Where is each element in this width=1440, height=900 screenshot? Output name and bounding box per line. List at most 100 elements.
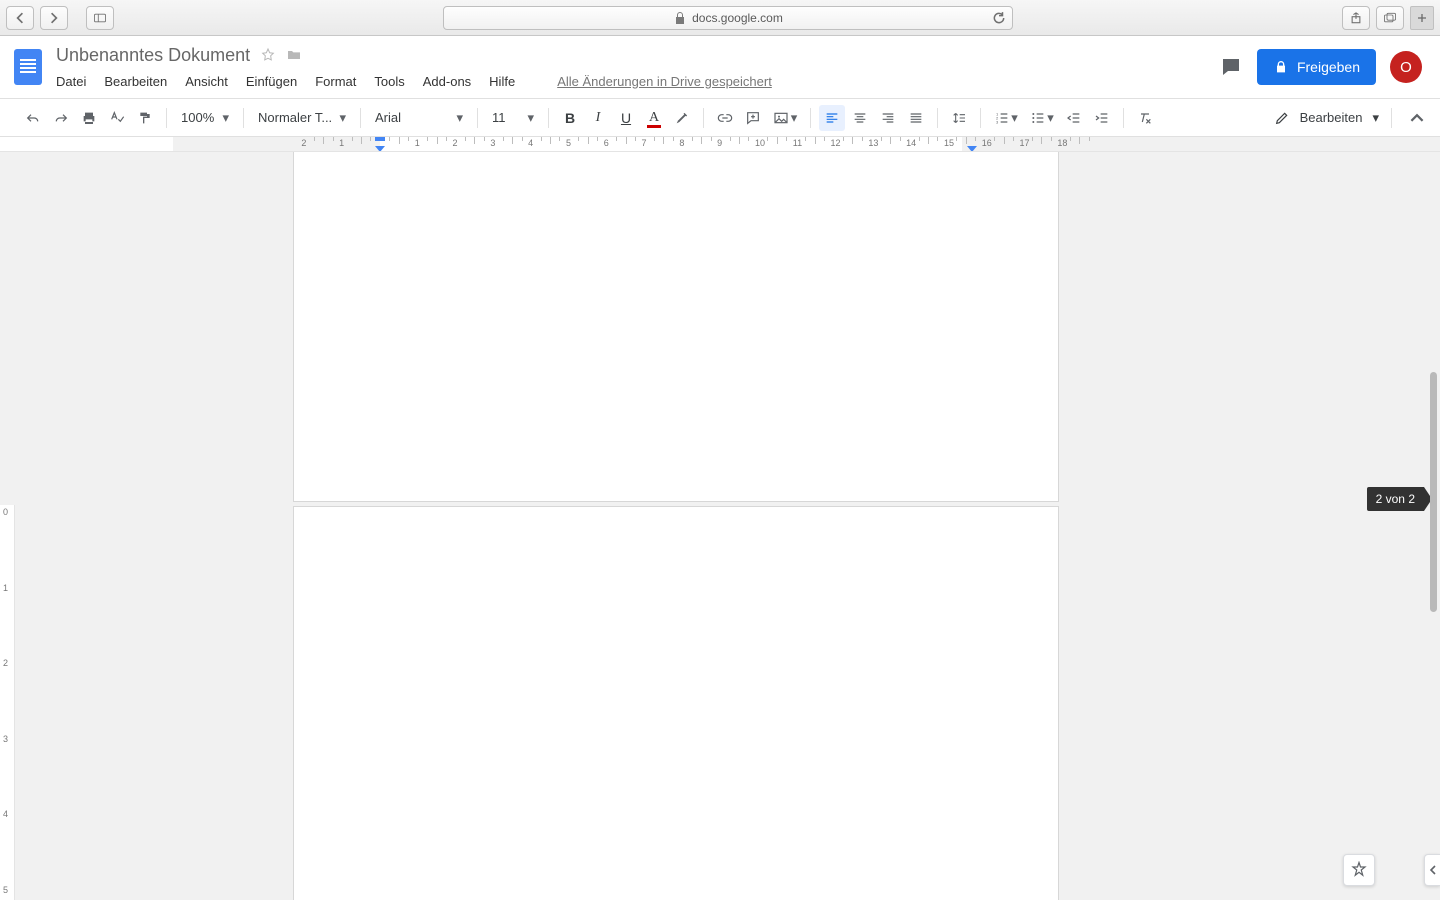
ruler-tick: 16: [982, 137, 992, 147]
ruler-tick: 12: [831, 137, 841, 147]
font-size-value: 11: [492, 110, 506, 125]
ruler-tick: 3: [3, 734, 8, 744]
ruler-tick: 2: [301, 137, 306, 147]
insert-link-button[interactable]: [712, 105, 738, 131]
ruler-tick: 1: [339, 137, 344, 147]
insert-image-button[interactable]: ▾: [768, 105, 802, 131]
ruler-tick: 3: [490, 137, 495, 147]
align-right-button[interactable]: [875, 105, 901, 131]
docs-header: Unbenanntes Dokument Datei Bearbeiten An…: [0, 36, 1440, 99]
page-2[interactable]: [293, 506, 1059, 900]
undo-button[interactable]: [20, 105, 46, 131]
font-size-select[interactable]: 11 ▾: [486, 105, 540, 131]
explore-button[interactable]: [1343, 854, 1375, 886]
bold-button[interactable]: B: [557, 105, 583, 131]
clear-formatting-button[interactable]: [1132, 105, 1158, 131]
paragraph-style-select[interactable]: Normaler T... ▾: [252, 105, 352, 131]
ruler-tick: 9: [717, 137, 722, 147]
separator: [980, 108, 981, 128]
line-spacing-button[interactable]: [946, 105, 972, 131]
collapse-toolbar-button[interactable]: [1404, 105, 1430, 131]
ruler-tick: 13: [868, 137, 878, 147]
paint-format-button[interactable]: [132, 105, 158, 131]
text-color-button[interactable]: A: [641, 105, 667, 131]
ruler-tick: 1: [3, 583, 8, 593]
ruler-tick: 8: [679, 137, 684, 147]
vertical-scrollbar-thumb[interactable]: [1430, 372, 1437, 612]
separator: [1123, 108, 1124, 128]
ruler-tick: 2: [3, 658, 8, 668]
nav-forward-button[interactable]: [40, 6, 68, 30]
document-workspace: 0123456789 2 von 2: [0, 152, 1440, 900]
menu-help[interactable]: Hilfe: [489, 74, 515, 89]
add-comment-button[interactable]: [740, 105, 766, 131]
menu-file[interactable]: Datei: [56, 74, 86, 89]
browser-toolbar: docs.google.com: [0, 0, 1440, 36]
sidebar-toggle-button[interactable]: [86, 6, 114, 30]
separator: [360, 108, 361, 128]
share-safari-button[interactable]: [1342, 6, 1370, 30]
menu-view[interactable]: Ansicht: [185, 74, 228, 89]
docs-logo[interactable]: [0, 36, 56, 98]
open-comments-button[interactable]: [1219, 55, 1243, 79]
page-1[interactable]: [293, 152, 1059, 502]
align-justify-button[interactable]: [903, 105, 929, 131]
separator: [810, 108, 811, 128]
decrease-indent-button[interactable]: [1061, 105, 1087, 131]
tabs-overview-button[interactable]: [1376, 6, 1404, 30]
svg-text:3: 3: [996, 119, 999, 124]
ruler-tick: 4: [528, 137, 533, 147]
docs-logo-icon: [14, 49, 42, 85]
star-icon[interactable]: [260, 47, 276, 63]
print-button[interactable]: [76, 105, 102, 131]
side-panel-toggle[interactable]: [1424, 854, 1440, 886]
horizontal-ruler[interactable]: 21123456789101112131415161718: [0, 137, 1440, 152]
first-line-indent-marker[interactable]: [375, 137, 385, 141]
menu-format[interactable]: Format: [315, 74, 356, 89]
address-text: docs.google.com: [692, 11, 783, 25]
redo-button[interactable]: [48, 105, 74, 131]
align-center-button[interactable]: [847, 105, 873, 131]
formatting-toolbar: 100% ▾ Normaler T... ▾ Arial ▾ 11 ▾ B I …: [0, 99, 1440, 137]
ruler-tick: 14: [906, 137, 916, 147]
underline-button[interactable]: U: [613, 105, 639, 131]
menu-tools[interactable]: Tools: [374, 74, 404, 89]
spellcheck-button[interactable]: [104, 105, 130, 131]
document-canvas[interactable]: [15, 152, 1440, 900]
menu-insert[interactable]: Einfügen: [246, 74, 297, 89]
document-title[interactable]: Unbenanntes Dokument: [56, 45, 250, 66]
increase-indent-button[interactable]: [1089, 105, 1115, 131]
new-tab-button[interactable]: [1410, 6, 1434, 30]
font-family-select[interactable]: Arial ▾: [369, 105, 469, 131]
zoom-select[interactable]: 100% ▾: [175, 105, 235, 131]
ruler-tick: 4: [3, 809, 8, 819]
ruler-tick: 18: [1057, 137, 1067, 147]
bulleted-list-button[interactable]: ▾: [1025, 105, 1059, 131]
share-button[interactable]: Freigeben: [1257, 49, 1376, 85]
separator: [477, 108, 478, 128]
reload-icon[interactable]: [992, 11, 1006, 25]
separator: [703, 108, 704, 128]
address-bar[interactable]: docs.google.com: [443, 6, 1013, 30]
ruler-tick: 0: [3, 507, 8, 517]
separator: [937, 108, 938, 128]
editing-mode-select[interactable]: Bearbeiten ▾: [1274, 110, 1379, 126]
zoom-value: 100%: [181, 110, 214, 125]
save-status[interactable]: Alle Änderungen in Drive gespeichert: [557, 74, 772, 89]
ruler-tick: 1: [415, 137, 420, 147]
italic-button[interactable]: I: [585, 105, 611, 131]
account-avatar[interactable]: O: [1390, 51, 1422, 83]
menu-addons[interactable]: Add-ons: [423, 74, 471, 89]
align-left-button[interactable]: [819, 105, 845, 131]
pencil-icon: [1274, 110, 1290, 126]
nav-back-button[interactable]: [6, 6, 34, 30]
highlight-color-button[interactable]: [669, 105, 695, 131]
ruler-tick: 10: [755, 137, 765, 147]
numbered-list-button[interactable]: 123 ▾: [989, 105, 1023, 131]
vertical-ruler[interactable]: 0123456789: [0, 505, 15, 900]
ruler-tick: 5: [566, 137, 571, 147]
menu-edit[interactable]: Bearbeiten: [104, 74, 167, 89]
move-to-folder-icon[interactable]: [286, 47, 302, 63]
text-color-swatch: [647, 125, 661, 128]
lock-icon: [1273, 59, 1289, 75]
